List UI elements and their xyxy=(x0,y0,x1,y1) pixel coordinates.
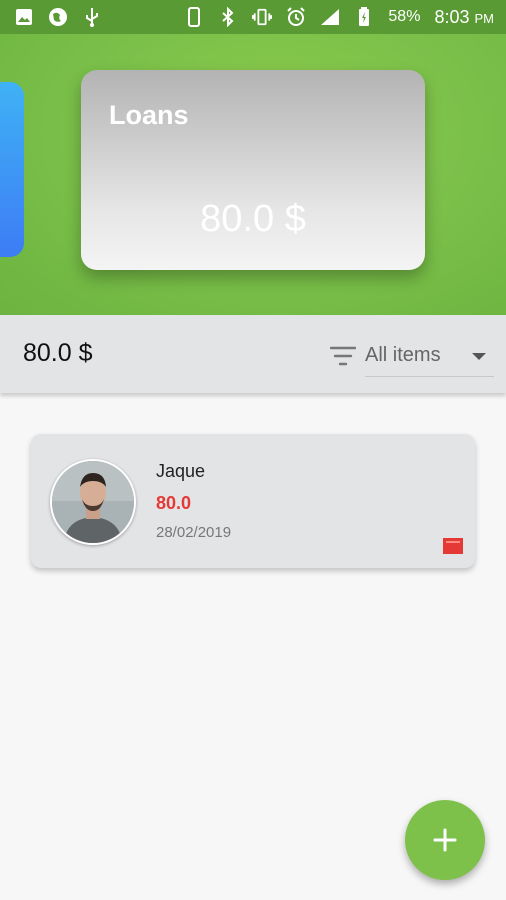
add-button[interactable] xyxy=(405,800,485,880)
status-bar-left xyxy=(14,7,102,27)
plus-icon xyxy=(433,828,457,852)
item-date: 28/02/2019 xyxy=(156,524,232,541)
red-flag-icon xyxy=(443,538,463,554)
loans-card-amount: 80.0 $ xyxy=(200,198,306,240)
status-bar: 58% 8:03 PM xyxy=(0,0,506,34)
alarm-icon xyxy=(286,7,306,27)
usb-icon xyxy=(82,7,102,27)
loans-card-title: Loans xyxy=(109,100,189,130)
clock: 8:03 PM xyxy=(434,7,494,28)
vibrate-icon xyxy=(252,7,273,27)
chevron-down-icon xyxy=(472,353,486,360)
previous-card[interactable] xyxy=(0,82,24,257)
item-amount: 80.0 xyxy=(156,493,192,513)
list-item[interactable]: Jaque 80.0 28/02/2019 xyxy=(31,434,475,568)
bluetooth-icon xyxy=(218,7,238,27)
loans-card[interactable]: Loans 80.0 $ xyxy=(81,70,425,270)
summary-bar: 80.0 $ All items xyxy=(0,315,506,393)
filter-icon[interactable] xyxy=(329,345,357,372)
total-amount: 80.0 $ xyxy=(23,339,93,367)
filter-dropdown-value: All items xyxy=(365,344,441,366)
avatar xyxy=(50,459,136,545)
filter-control[interactable]: All items xyxy=(329,340,494,377)
clock-ampm: PM xyxy=(474,10,495,26)
status-bar-right: 58% 8:03 PM xyxy=(184,7,494,28)
battery-icon xyxy=(354,7,374,27)
image-icon xyxy=(14,7,34,27)
signal-icon xyxy=(320,7,340,27)
phone-icon xyxy=(184,7,204,27)
location-globe-icon xyxy=(48,7,68,27)
filter-dropdown[interactable]: All items xyxy=(365,340,494,377)
item-name: Jaque xyxy=(156,461,206,481)
hero-banner: Loans 80.0 $ xyxy=(0,34,506,315)
battery-percent: 58% xyxy=(388,8,421,25)
clock-time: 8:03 xyxy=(434,6,470,27)
